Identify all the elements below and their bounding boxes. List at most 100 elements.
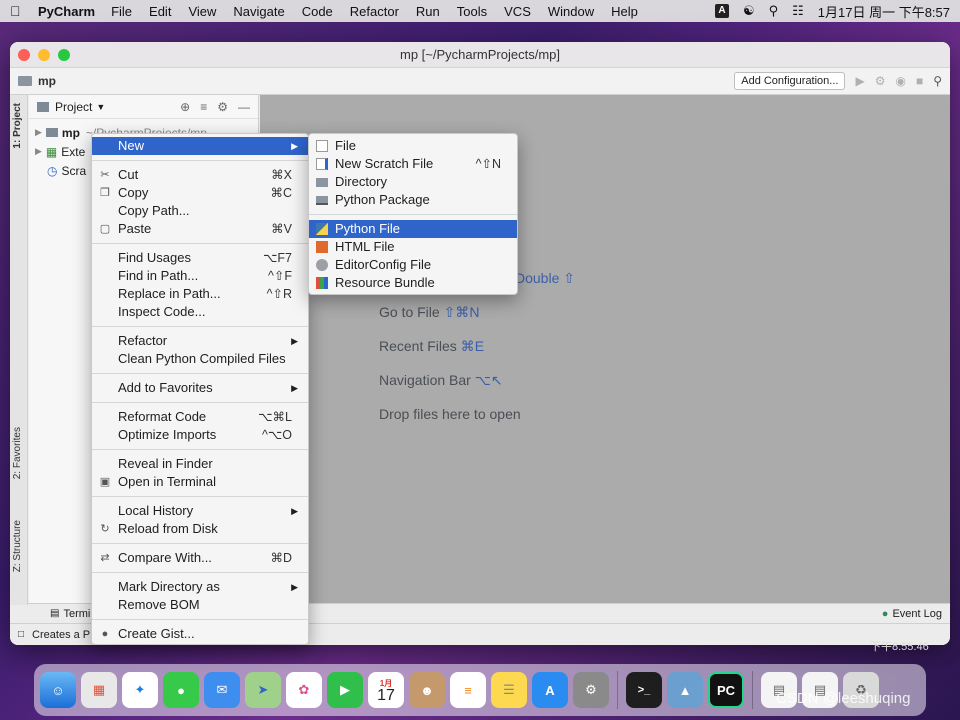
package-icon [316,196,328,205]
dock-photos-icon[interactable]: ✿ [286,672,322,708]
submenu-item-shortcut: ^⇧N [475,157,501,171]
menu-item-add-to-favorites[interactable]: Add to Favorites ▶ [92,379,308,397]
dock-contacts-icon[interactable]: ☻ [409,672,445,708]
tab-structure[interactable]: Z: Structure [12,520,23,572]
menu-item-label: Local History [118,503,194,518]
menu-item-label: New [118,138,145,153]
menu-item-cut[interactable]: ✂ Cut ⌘X [92,166,308,184]
apple-icon[interactable]:  [10,3,24,19]
menu-item-find-usages[interactable]: Find Usages ⌥F7 [92,249,308,267]
gear-icon[interactable]: ⚙ [217,100,228,114]
menu-refactor[interactable]: Refactor [350,4,399,19]
menu-item-copy[interactable]: ❐ Copy ⌘C [92,184,308,202]
project-view-selector[interactable]: Project [55,100,92,114]
menu-item-new[interactable]: New ▶ [92,137,308,155]
dock-system-preferences-icon[interactable]: ⚙ [573,672,609,708]
menu-item-create-gist[interactable]: ● Create Gist... [92,625,308,643]
dock-pycharm-icon[interactable]: PC [708,672,744,708]
menu-item-compare-with[interactable]: ⇄ Compare With... ⌘D [92,549,308,567]
left-tool-strip: 1: Project 2: Favorites Z: Structure [10,95,28,605]
add-configuration-button[interactable]: Add Configuration... [734,72,846,90]
tab-favorites[interactable]: 2: Favorites [12,427,23,479]
submenu-item-python-package[interactable]: Python Package [309,191,517,209]
dock-safari-icon[interactable]: ✦ [122,672,158,708]
minimize-window-button[interactable] [38,49,50,61]
zoom-window-button[interactable] [58,49,70,61]
dock-finder-icon[interactable]: ☺ [40,672,76,708]
dock-separator [617,671,618,709]
dock-facetime-icon[interactable]: ▶ [327,672,363,708]
hide-icon[interactable]: — [238,100,250,114]
menu-vcs[interactable]: VCS [504,4,531,19]
menu-window[interactable]: Window [548,4,594,19]
dock-reminders-icon[interactable]: ≡ [450,672,486,708]
dock-mail-icon[interactable]: ✉ [204,672,240,708]
locate-icon[interactable]: ⊕ [180,100,190,114]
menu-item-clean-python-compiled-files[interactable]: Clean Python Compiled Files [92,350,308,368]
expand-icon[interactable]: ▶ [35,127,42,138]
dock-launchpad-icon[interactable]: ▦ [81,672,117,708]
close-window-button[interactable] [18,49,30,61]
status-toggle-icon[interactable]: □ [18,629,24,640]
menu-item-replace-in-path[interactable]: Replace in Path... ^⇧R [92,285,308,303]
menu-view[interactable]: View [188,4,216,19]
menu-item-reload-from-disk[interactable]: ↻ Reload from Disk [92,520,308,538]
gear-icon [316,259,328,271]
menu-item-copy-path[interactable]: Copy Path... [92,202,308,220]
submenu-item-directory[interactable]: Directory [309,173,517,191]
menu-item-find-in-path[interactable]: Find in Path... ^⇧F [92,267,308,285]
dock-app-store-icon[interactable]: A [532,672,568,708]
submenu-item-file[interactable]: File [309,137,517,155]
submenu-item-new-scratch-file[interactable]: New Scratch File ^⇧N [309,155,517,173]
menu-item-mark-directory-as[interactable]: Mark Directory as ▶ [92,578,308,596]
menu-edit[interactable]: Edit [149,4,171,19]
menu-item-shortcut: ⌘D [270,551,292,565]
menu-item-reformat-code[interactable]: Reformat Code ⌥⌘L [92,408,308,426]
event-log-tab[interactable]: Event Log [892,608,942,620]
menu-item-label: Cut [118,167,139,182]
menu-navigate[interactable]: Navigate [233,4,284,19]
submenu-item-python-file[interactable]: Python File [309,220,517,238]
tab-project[interactable]: 1: Project [12,103,23,149]
wifi-icon[interactable]: ☯ [743,3,755,19]
menu-item-optimize-imports[interactable]: Optimize Imports ^⌥O [92,426,308,444]
chevron-down-icon[interactable]: ▼ [96,102,105,112]
dock-terminal-icon[interactable]: >_ [626,672,662,708]
input-source-icon[interactable]: A [714,4,729,18]
menu-run[interactable]: Run [416,4,440,19]
coverage-icon[interactable]: ◉ [895,74,905,88]
menu-file[interactable]: File [111,4,132,19]
project-context-menu: New ▶ ✂ Cut ⌘X ❐ Copy ⌘C Copy Path... ▢ Paste ⌘V Fin… [91,133,309,645]
search-icon[interactable]: ⚲ [769,3,779,19]
dock-preview-icon[interactable]: ▲ [667,672,703,708]
dock-messages-icon[interactable]: ● [163,672,199,708]
menu-item-inspect-code[interactable]: Inspect Code... [92,303,308,321]
menu-item-open-in-terminal[interactable]: ▣ Open in Terminal [92,473,308,491]
menu-item-refactor[interactable]: Refactor ▶ [92,332,308,350]
menu-code[interactable]: Code [302,4,333,19]
menu-help[interactable]: Help [611,4,638,19]
debug-icon[interactable]: ⚙ [875,74,886,88]
collapse-icon[interactable]: ≡ [200,100,207,114]
menu-item-paste[interactable]: ▢ Paste ⌘V [92,220,308,238]
menu-item-label: Create Gist... [118,626,195,641]
expand-icon[interactable]: ▶ [35,146,42,157]
menu-item-remove-bom[interactable]: Remove BOM [92,596,308,614]
app-menu[interactable]: PyCharm [38,4,95,19]
dock-notes-icon[interactable]: ☰ [491,672,527,708]
menu-item-local-history[interactable]: Local History ▶ [92,502,308,520]
submenu-item-resource-bundle[interactable]: Resource Bundle [309,274,517,292]
menu-item-reveal-in-finder[interactable]: Reveal in Finder [92,455,308,473]
submenu-item-html-file[interactable]: HTML File [309,238,517,256]
submenu-item-editorconfig-file[interactable]: EditorConfig File [309,256,517,274]
search-everywhere-icon[interactable]: ⚲ [933,74,942,88]
breadcrumb[interactable]: mp [38,74,56,88]
stop-icon[interactable]: ■ [916,74,923,88]
dock-maps-icon[interactable]: ➤ [245,672,281,708]
dock-calendar-icon[interactable]: 1月 17 [368,672,404,708]
control-center-icon[interactable]: ☷ [792,3,804,19]
submenu-item-label: Python Package [335,192,430,207]
run-icon[interactable]: ▶ [855,74,864,88]
clock[interactable]: 1月17日 周一 下午8:57 [818,2,950,21]
menu-tools[interactable]: Tools [457,4,487,19]
